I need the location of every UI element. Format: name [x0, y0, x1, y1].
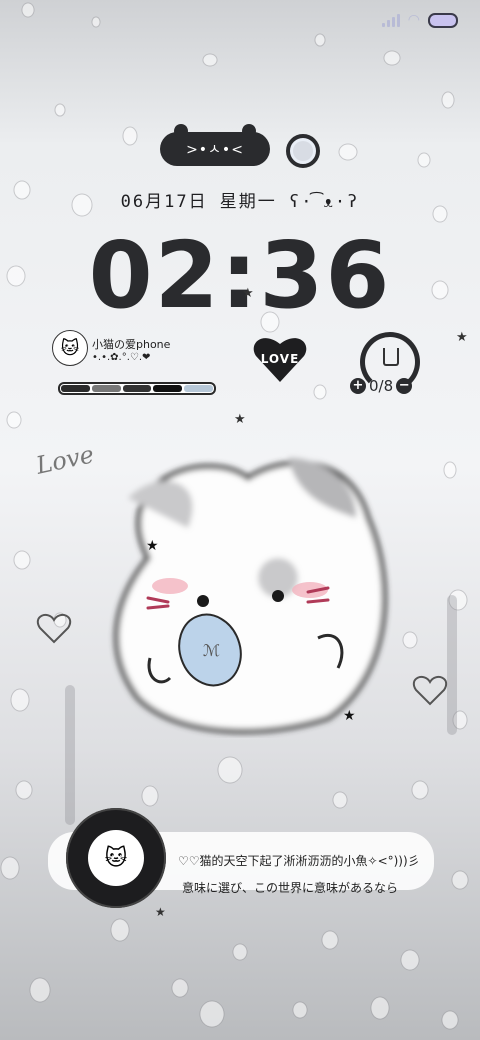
- profile-decoration: •.•.✿.°.♡.❤: [92, 352, 151, 363]
- avatar: 🐱: [52, 330, 88, 366]
- status-bar: ◠: [381, 12, 458, 28]
- cat-illustration: ℳ ★ ★: [114, 458, 387, 734]
- svg-text:★: ★: [343, 708, 356, 724]
- color-progress-bar: [58, 382, 216, 395]
- star-icon: ★: [234, 412, 246, 427]
- album-art-icon: 🐱: [88, 830, 144, 886]
- vinyl-disc[interactable]: 🐱: [66, 808, 166, 908]
- cat-face-text: >•ㅅ•<: [186, 142, 244, 158]
- star-icon: ★: [456, 330, 468, 345]
- svg-text:★: ★: [146, 538, 159, 554]
- minus-button[interactable]: −: [396, 378, 413, 394]
- star-icon: ★: [155, 905, 166, 919]
- love-heart-badge[interactable]: LOVE: [252, 332, 308, 384]
- love-badge-label: LOVE: [260, 352, 300, 366]
- cup-icon: [383, 348, 399, 366]
- profile-widget[interactable]: 🐱 小猫の爱phone •.•.✿.°.♡.❤: [52, 330, 222, 395]
- star-icon: ★: [242, 286, 254, 301]
- svg-text:ℳ: ℳ: [203, 641, 220, 660]
- water-count: 0/8: [369, 377, 394, 395]
- water-counter: + 0/8 −: [350, 377, 413, 395]
- lyric-line-2: 意味に選び、この世界に意味があるなら: [182, 881, 399, 895]
- plus-button[interactable]: +: [350, 378, 366, 394]
- ring-toggle-icon[interactable]: [286, 134, 320, 168]
- signal-icon: [381, 13, 400, 27]
- wifi-icon: ◠: [407, 12, 420, 28]
- date-label: 06月17日 星期一 ʕ·͡ᴥ·ʔ: [120, 192, 360, 212]
- lyric-line-1: ♡♡猫的天空下起了淅淅沥沥的小魚✧<°)))彡: [178, 854, 420, 868]
- profile-name: 小猫の爱phone: [92, 338, 171, 351]
- battery-icon: [428, 12, 458, 28]
- clock-time: 02:36: [88, 222, 392, 329]
- cat-face-widget[interactable]: >•ㅅ•<: [160, 124, 270, 166]
